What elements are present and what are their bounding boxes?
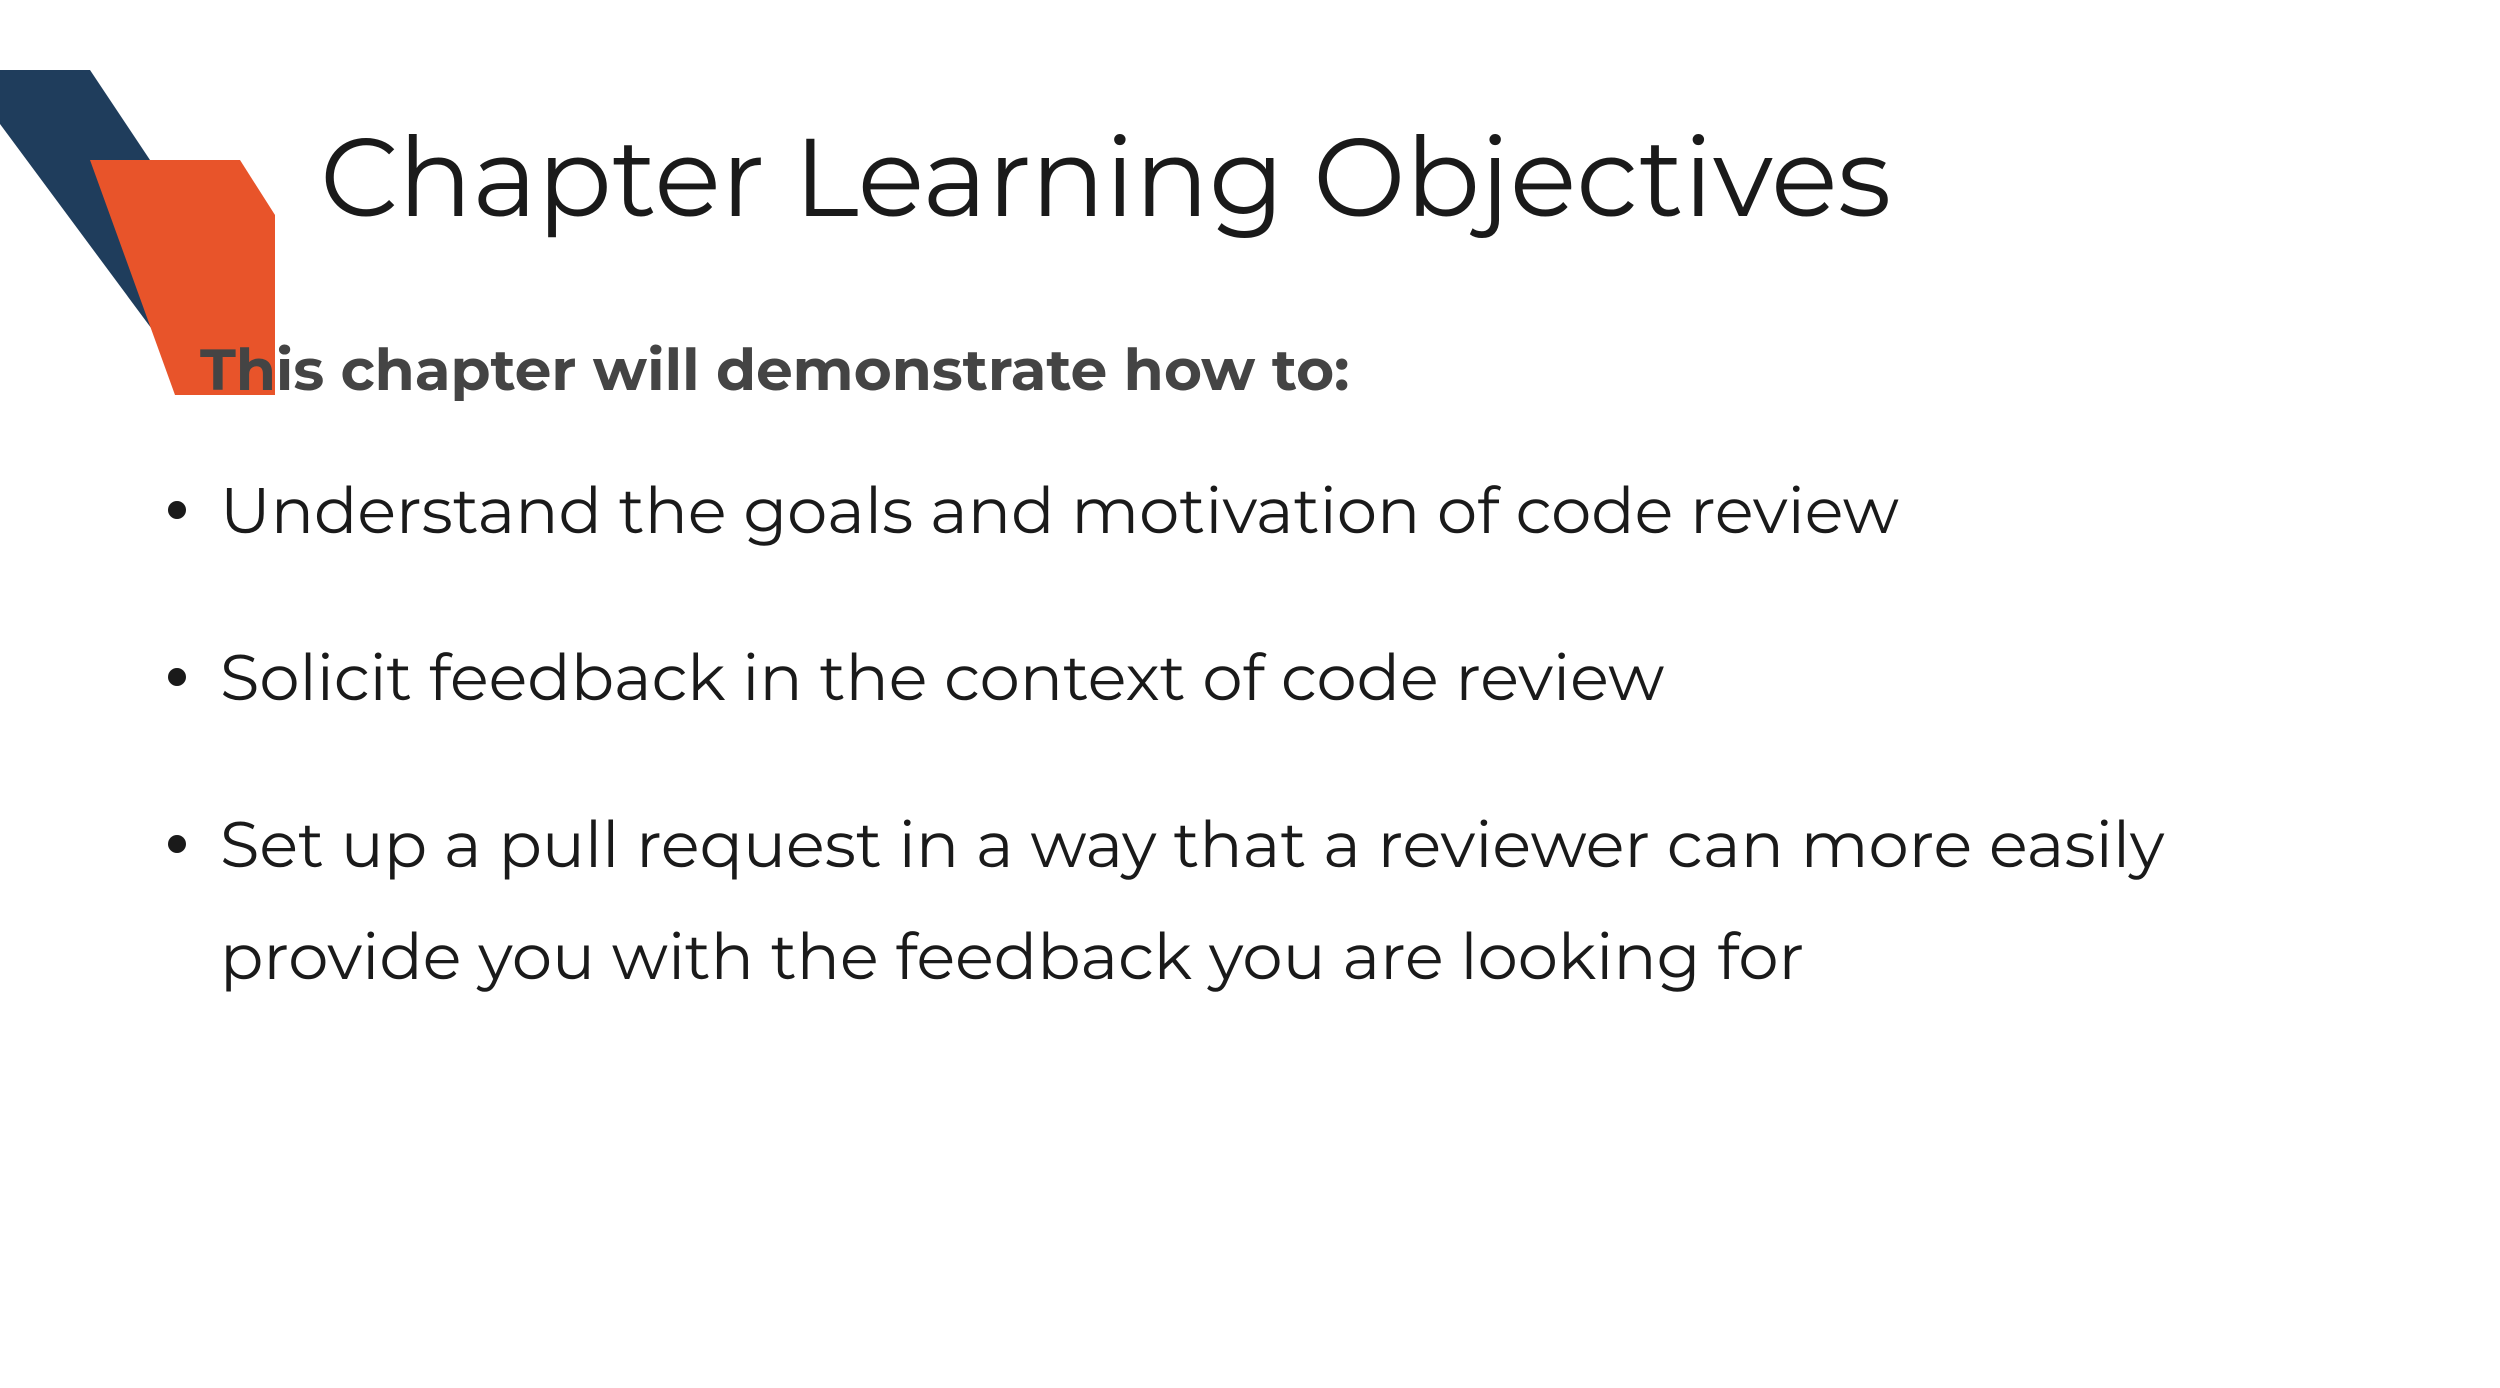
objective-item: Solicit feedback in the context of code … [150, 622, 2380, 734]
objective-item: Understand the goals and motivation of c… [150, 455, 2380, 567]
objective-item: Set up a pull request in a way that a re… [150, 789, 2380, 1013]
slide-content: Chapter Learning Objectives This chapter… [320, 110, 2380, 1068]
slide-title: Chapter Learning Objectives [320, 110, 2380, 244]
intro-text: This chapter will demonstrate how to: [200, 334, 2380, 405]
objectives-list: Understand the goals and motivation of c… [150, 455, 2380, 1013]
intro-wrapper: This chapter will demonstrate how to: [200, 334, 2380, 405]
